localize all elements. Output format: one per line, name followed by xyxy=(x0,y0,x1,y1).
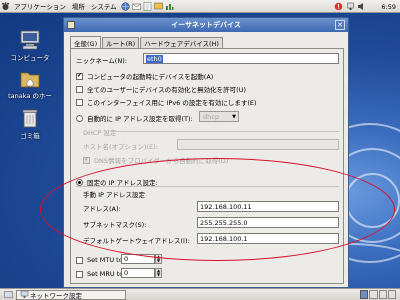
checkbox-set-mtu[interactable]: Set MTU to: xyxy=(76,256,125,264)
checkbox-activate-on-boot[interactable]: ✔ コンピュータの起動時にデバイスを起動(A) xyxy=(76,71,213,81)
show-desktop-icon[interactable] xyxy=(4,290,13,299)
nickname-field[interactable]: eth0 xyxy=(143,53,339,64)
browser-launcher-icon[interactable] xyxy=(121,1,130,11)
workspace-2[interactable] xyxy=(369,290,378,299)
notes-launcher-icon[interactable] xyxy=(143,1,152,11)
chevron-down-icon[interactable]: ▼ xyxy=(157,259,160,263)
checkbox-unchecked[interactable] xyxy=(76,98,83,106)
window-menu-icon[interactable] xyxy=(67,21,75,29)
workspace-1[interactable] xyxy=(360,290,369,299)
nickname-label: ニックネーム(N): xyxy=(76,57,127,65)
menu-places[interactable]: 場所 xyxy=(69,0,88,13)
dhcp-section-label: DHCP 設定 xyxy=(83,129,117,137)
menu-system[interactable]: システム xyxy=(88,0,120,13)
presentation-launcher-icon[interactable] xyxy=(153,2,163,11)
checkbox-label: Set MTU to: xyxy=(87,256,125,264)
desktop-icon-home[interactable]: tanaka のホー xyxy=(0,68,60,100)
tab-general[interactable]: 全般(G) xyxy=(70,36,102,48)
hostname-label: ホスト名(オプション)(E): xyxy=(83,143,158,151)
divider xyxy=(111,131,339,132)
menu-applications[interactable]: アプリケーション xyxy=(11,0,69,13)
checkbox-unchecked[interactable] xyxy=(76,256,83,264)
tab-hardware-device[interactable]: ハードウェアデバイス(H) xyxy=(140,37,223,48)
checkbox-label: このインターフェイス用に IPv6 の設定を有効にします(E) xyxy=(87,99,257,107)
checkbox-unchecked[interactable] xyxy=(76,270,83,278)
nickname-value: eth0 xyxy=(146,54,163,63)
computer-icon xyxy=(19,30,41,50)
checkbox-set-mru[interactable]: Set MRU to: xyxy=(76,270,125,278)
desktop-icon-label: tanaka のホー xyxy=(8,92,52,100)
mru-stepper[interactable]: 0 xyxy=(121,268,155,278)
chevron-down-icon[interactable]: ▼ xyxy=(157,273,160,277)
volume-icon[interactable] xyxy=(357,2,366,11)
mail-launcher-icon[interactable] xyxy=(131,2,141,11)
desktop-icon-computer[interactable]: コンピュータ xyxy=(0,30,60,62)
dialog-titlebar[interactable]: イーサネットデバイス ✕ xyxy=(64,18,348,32)
desktop-icon-label: ゴミ箱 xyxy=(20,132,40,140)
desktop-icon-trash[interactable]: ゴミ箱 xyxy=(0,108,60,140)
chevron-down-icon: ▼ xyxy=(232,113,236,120)
checkbox-allow-all-users[interactable]: 全てのユーザーにデバイスの有効化と無効化を許可(U) xyxy=(76,84,246,94)
auto-ip-label: 自動的に IP アドレス設定を取得(T): xyxy=(87,115,193,123)
close-icon[interactable]: ✕ xyxy=(335,20,345,30)
checkbox-unchecked[interactable] xyxy=(76,85,83,93)
checkbox-label: Set MRU to: xyxy=(87,270,126,278)
checkbox-label: 全てのユーザーにデバイスの有効化と無効化を許可(U) xyxy=(87,86,247,94)
radio-auto-ip[interactable]: 自動的に IP アドレス設定を取得(T): xyxy=(76,113,193,123)
ip-method-value: dhcp xyxy=(203,112,219,121)
network-status-icon[interactable] xyxy=(346,2,355,11)
hostname-field[interactable] xyxy=(177,139,339,150)
workspace-4[interactable] xyxy=(387,290,396,299)
chart-launcher-icon[interactable] xyxy=(165,2,174,11)
ip-method-select[interactable]: dhcp ▼ xyxy=(199,111,239,122)
checkbox-checked[interactable]: ✔ xyxy=(76,72,83,80)
bottom-panel: ネットワーク設定 xyxy=(0,288,400,300)
desktop-icon-label: コンピュータ xyxy=(10,54,50,62)
workspace-switcher[interactable] xyxy=(360,290,396,299)
mru-spin-buttons[interactable]: ▲ ▼ xyxy=(155,268,162,278)
checkbox-checked[interactable]: ✔ xyxy=(83,156,90,164)
update-notifier-icon[interactable] xyxy=(334,2,343,11)
workspace-3[interactable] xyxy=(378,290,387,299)
checkbox-enable-ipv6[interactable]: このインターフェイス用に IPv6 の設定を有効にします(E) xyxy=(76,97,257,107)
home-folder-icon xyxy=(19,68,41,88)
radio-unselected[interactable] xyxy=(76,114,83,122)
dialog-title: イーサネットデバイス xyxy=(171,21,241,29)
network-settings-icon xyxy=(20,290,29,299)
tab-bar: 全般(G) ルート(R) ハードウェアデバイス(H) xyxy=(70,36,224,48)
taskbar-button-network-settings[interactable]: ネットワーク設定 xyxy=(16,289,126,300)
checkbox-label: コンピュータの起動時にデバイスを起動(A) xyxy=(87,73,214,81)
top-panel: アプリケーション 場所 システム 6:59 xyxy=(0,0,400,13)
taskbar-button-label: ネットワーク設定 xyxy=(30,291,82,300)
foot-menu-icon[interactable] xyxy=(1,1,10,11)
annotation-ellipse xyxy=(40,158,395,261)
trash-icon xyxy=(19,108,41,128)
clock[interactable]: 6:59 xyxy=(381,0,396,13)
tab-route[interactable]: ルート(R) xyxy=(102,37,140,48)
